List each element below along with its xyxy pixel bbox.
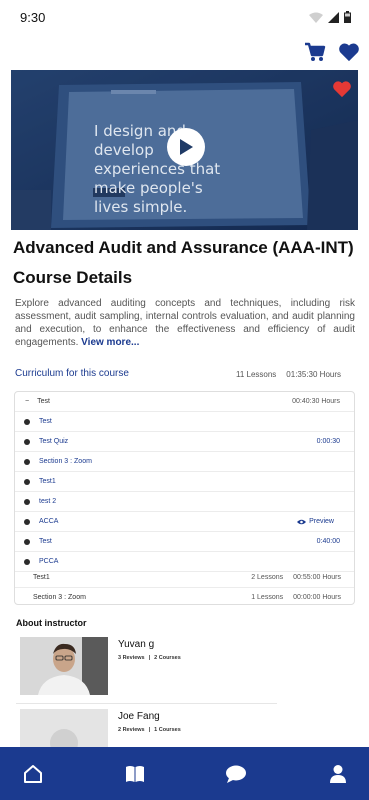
section-duration: 00:55:00 Hours bbox=[293, 574, 341, 581]
wifi-icon bbox=[309, 12, 323, 23]
bottom-nav bbox=[0, 747, 369, 800]
profile-icon[interactable] bbox=[325, 761, 351, 787]
play-icon bbox=[180, 139, 193, 155]
lesson-bullet-icon bbox=[24, 418, 30, 425]
section-title: Test bbox=[37, 398, 50, 405]
curriculum-lessons: 11 Lessons bbox=[235, 370, 277, 379]
lesson-name: Test1 bbox=[39, 478, 56, 485]
cart-icon[interactable] bbox=[303, 40, 327, 64]
curriculum-meta: 11 Lessons 01:35:30 Hours bbox=[236, 370, 341, 379]
status-icons bbox=[309, 11, 351, 23]
lesson-row[interactable]: Test 0:40:00 bbox=[15, 532, 354, 552]
instructor-reviews: 2 Reviews bbox=[118, 727, 145, 733]
lesson-name: Test bbox=[39, 538, 52, 545]
lesson-duration: 0:40:00 bbox=[316, 538, 340, 545]
instructor-courses: 2 Courses bbox=[154, 655, 181, 661]
heart-icon[interactable] bbox=[337, 40, 361, 64]
collapse-toggle[interactable]: − bbox=[25, 398, 29, 405]
lesson-bullet-icon bbox=[24, 458, 30, 465]
section-duration: 00:40:30 Hours bbox=[292, 398, 340, 405]
course-details-heading: Course Details bbox=[13, 268, 133, 287]
instructor-courses: 1 Courses bbox=[154, 727, 181, 733]
section-duration: 00:00:00 Hours bbox=[293, 593, 341, 601]
section-lessons: 1 Lessons bbox=[251, 593, 284, 601]
lesson-row[interactable]: Section 3 : Zoom bbox=[15, 452, 354, 472]
lesson-name: test 2 bbox=[39, 498, 57, 505]
lesson-row[interactable]: Test Quiz 0:00:30 bbox=[15, 432, 354, 452]
view-more-link[interactable]: View more... bbox=[81, 337, 139, 348]
lesson-name: Test Quiz bbox=[39, 438, 69, 445]
battery-icon bbox=[344, 11, 351, 23]
top-actions bbox=[303, 40, 361, 64]
section-meta: 1 Lessons 00:00:00 Hours bbox=[251, 594, 341, 601]
preview-link[interactable]: Preview bbox=[297, 518, 334, 525]
lesson-name: Test bbox=[39, 418, 52, 425]
status-bar: 9:30 bbox=[0, 0, 369, 34]
lesson-name: ACCA bbox=[39, 518, 59, 525]
lesson-name: PCCA bbox=[39, 558, 59, 565]
divider bbox=[16, 703, 277, 704]
section-row[interactable]: Test1 2 Lessons 00:55:00 Hours bbox=[15, 568, 354, 588]
lesson-duration: 0:00:30 bbox=[316, 438, 340, 445]
lesson-bullet-icon bbox=[24, 558, 30, 565]
signal-icon bbox=[328, 11, 339, 23]
home-icon[interactable] bbox=[20, 761, 46, 787]
favorite-icon[interactable] bbox=[332, 80, 352, 103]
status-time: 9:30 bbox=[20, 10, 46, 25]
eye-icon bbox=[297, 519, 307, 524]
curriculum-hours: 01:35:30 Hours bbox=[286, 370, 341, 379]
instructor-card[interactable]: Yuvan g 3 Reviews | 2 Courses bbox=[20, 637, 277, 697]
preview-label: Preview bbox=[309, 518, 334, 525]
video-screen-text: I design and develop experiences that ma… bbox=[94, 122, 221, 216]
lesson-bullet-icon bbox=[24, 438, 30, 445]
about-instructor-heading: About instructor bbox=[16, 618, 87, 628]
section-lessons: 2 Lessons bbox=[251, 574, 284, 581]
instructor-name: Joe Fang bbox=[118, 711, 160, 722]
instructor-card[interactable]: Joe Fang 2 Reviews | 1 Courses bbox=[20, 709, 277, 749]
course-description: Explore advanced auditing concepts and t… bbox=[15, 297, 355, 349]
description-text: Explore advanced auditing concepts and t… bbox=[15, 298, 355, 348]
lesson-row[interactable]: Test1 bbox=[15, 472, 354, 492]
lesson-bullet-icon bbox=[24, 498, 30, 505]
lesson-bullet-icon bbox=[24, 538, 30, 545]
instructor-meta: 3 Reviews | 2 Courses bbox=[118, 655, 181, 661]
section-title: Section 3 : Zoom bbox=[33, 593, 86, 601]
instructor-name: Yuvan g bbox=[118, 639, 155, 650]
avatar bbox=[20, 709, 108, 747]
section-meta: 2 Lessons 00:55:00 Hours bbox=[251, 574, 341, 581]
book-icon[interactable] bbox=[122, 761, 148, 787]
play-button[interactable] bbox=[167, 128, 205, 166]
avatar bbox=[20, 637, 108, 695]
curriculum-title: Curriculum for this course bbox=[15, 368, 129, 379]
course-title: Advanced Audit and Assurance (AAA-INT) bbox=[13, 238, 354, 257]
section-row[interactable]: Section 3 : Zoom 1 Lessons 00:00:00 Hour… bbox=[15, 587, 354, 607]
lesson-row[interactable]: ACCA Preview bbox=[15, 512, 354, 532]
curriculum-list: − Test 00:40:30 Hours Test Test Quiz 0:0… bbox=[14, 391, 355, 605]
chat-icon[interactable] bbox=[223, 761, 249, 787]
lesson-bullet-icon bbox=[24, 518, 30, 525]
lesson-row[interactable]: Test bbox=[15, 412, 354, 432]
instructor-meta: 2 Reviews | 1 Courses bbox=[118, 727, 181, 733]
instructor-reviews: 3 Reviews bbox=[118, 655, 145, 661]
lesson-name: Section 3 : Zoom bbox=[39, 458, 92, 465]
section-title: Test1 bbox=[33, 574, 50, 581]
lesson-bullet-icon bbox=[24, 478, 30, 485]
lesson-row[interactable]: test 2 bbox=[15, 492, 354, 512]
section-header[interactable]: − Test 00:40:30 Hours bbox=[15, 392, 354, 412]
